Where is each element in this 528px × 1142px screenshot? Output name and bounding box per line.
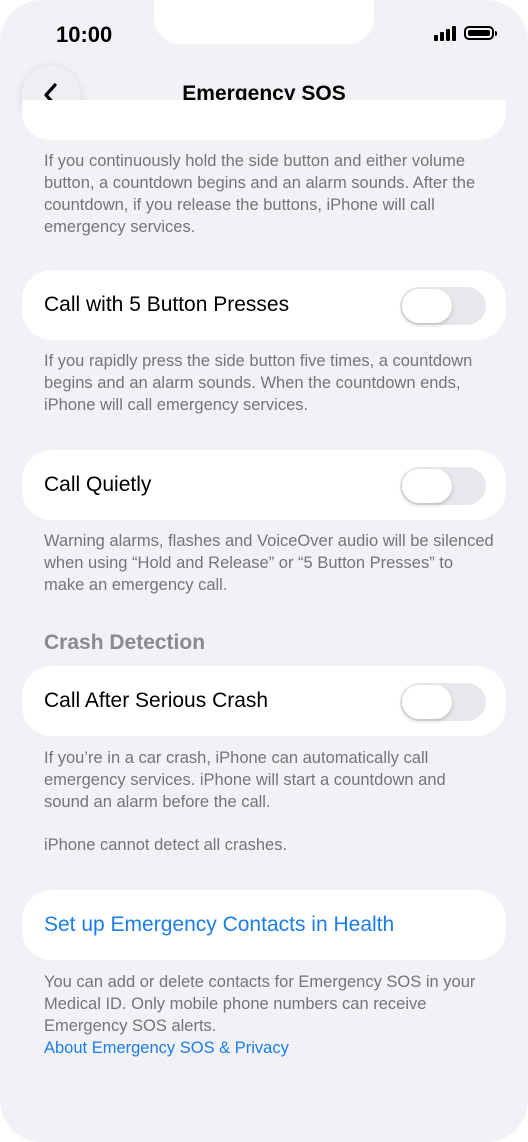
cellular-signal-icon bbox=[434, 25, 456, 41]
crash-detection-header: Crash Detection bbox=[44, 631, 206, 654]
five-presses-label: Call with 5 Button Presses bbox=[44, 293, 290, 316]
status-icons bbox=[434, 25, 497, 41]
toggle-knob bbox=[402, 289, 452, 323]
crash-call-toggle[interactable] bbox=[400, 683, 486, 721]
toggle-knob bbox=[402, 469, 452, 503]
hold-release-footer: If you continuously hold the side button… bbox=[44, 152, 476, 236]
crash-detection-note: iPhone cannot detect all crashes. bbox=[44, 836, 288, 854]
call-quietly-label: Call Quietly bbox=[44, 473, 152, 496]
call-quietly-footer: Warning alarms, flashes and VoiceOver au… bbox=[44, 532, 494, 594]
status-time: 10:00 bbox=[56, 22, 113, 47]
five-presses-toggle[interactable] bbox=[400, 287, 486, 325]
privacy-link[interactable]: About Emergency SOS & Privacy bbox=[44, 1037, 494, 1059]
crash-detection-footer: If you’re in a car crash, iPhone can aut… bbox=[44, 749, 446, 811]
call-quietly-row[interactable]: Call Quietly bbox=[22, 450, 506, 520]
hold-and-release-card[interactable] bbox=[22, 100, 506, 140]
phone-screen: 10:00 Emergency SOS If you continuously … bbox=[0, 0, 528, 1142]
emergency-contacts-footer-text: You can add or delete contacts for Emerg… bbox=[44, 973, 476, 1035]
five-presses-row[interactable]: Call with 5 Button Presses bbox=[22, 270, 506, 340]
emergency-contacts-row[interactable]: Set up Emergency Contacts in Health bbox=[22, 890, 506, 960]
emergency-contacts-link[interactable]: Set up Emergency Contacts in Health bbox=[44, 890, 394, 960]
crash-call-label: Call After Serious Crash bbox=[44, 689, 269, 712]
emergency-contacts-footer: You can add or delete contacts for Emerg… bbox=[44, 971, 494, 1059]
call-quietly-toggle[interactable] bbox=[400, 467, 486, 505]
battery-icon bbox=[464, 26, 497, 40]
dynamic-island-notch bbox=[154, 0, 374, 44]
five-presses-footer: If you rapidly press the side button fiv… bbox=[44, 352, 473, 414]
toggle-knob bbox=[402, 685, 452, 719]
crash-call-row[interactable]: Call After Serious Crash bbox=[22, 666, 506, 736]
